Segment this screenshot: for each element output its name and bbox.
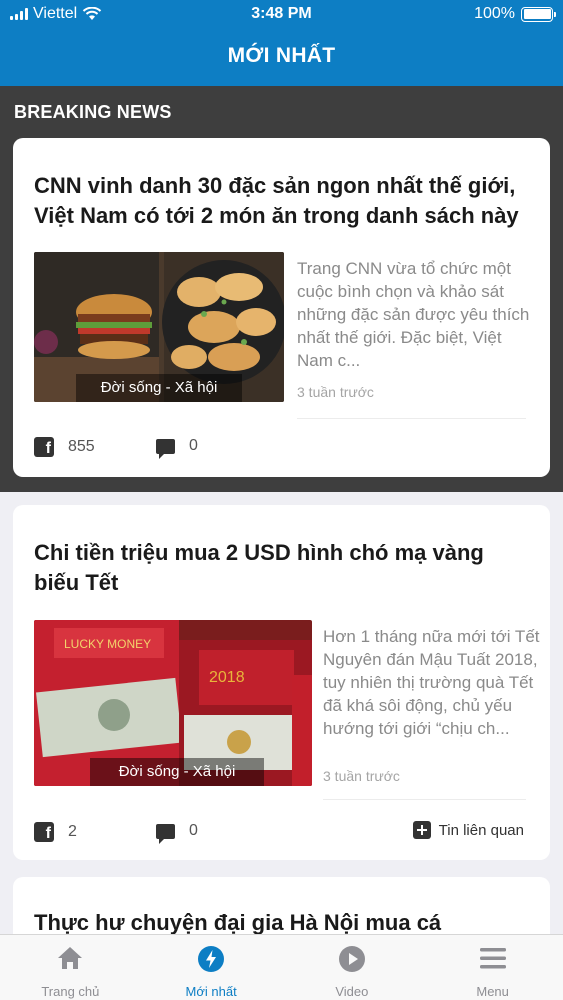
- article-title[interactable]: Chi tiền triệu mua 2 USD hình chó mạ vàn…: [34, 538, 534, 598]
- article-summary: Hơn 1 tháng nữa mới tới Tết Nguyên đán M…: [323, 627, 540, 738]
- lightning-icon: [198, 946, 225, 972]
- divider: [297, 418, 526, 419]
- tab-home[interactable]: Trang chủ: [0, 935, 141, 1000]
- comment-count[interactable]: 0: [156, 822, 198, 844]
- facebook-icon: f: [34, 437, 54, 457]
- tab-bar: Trang chủ Mới nhất Video Menu: [0, 934, 563, 1000]
- divider: [323, 799, 526, 800]
- article-card[interactable]: CNN vinh danh 30 đặc sản ngon nhất thế g…: [13, 138, 550, 477]
- section-heading: BREAKING NEWS: [14, 102, 172, 122]
- nav-bar: MỚI NHẤT: [0, 30, 563, 86]
- share-count: 855: [68, 438, 95, 455]
- comment-icon: [156, 438, 175, 459]
- comment-count[interactable]: 0: [156, 437, 198, 459]
- home-icon: [58, 947, 83, 969]
- facebook-share-count[interactable]: f 2: [34, 822, 77, 842]
- svg-text:LUCKY MONEY: LUCKY MONEY: [64, 637, 151, 651]
- time-ago: 3 tuần trước: [297, 384, 374, 400]
- status-bar: Viettel 3:48 PM 100%: [0, 0, 563, 30]
- page-title: MỚI NHẤT: [227, 44, 336, 67]
- tab-latest[interactable]: Mới nhất: [141, 935, 282, 1000]
- tab-label: Video: [335, 984, 369, 999]
- article-summary: Trang CNN vừa tổ chức một cuộc bình chọn…: [297, 259, 530, 370]
- article-thumbnail[interactable]: LUCKY MONEY 2018 Đời sống - Xã hội: [34, 620, 312, 786]
- share-count: 2: [68, 823, 77, 840]
- time-ago: 3 tuần trước: [323, 768, 400, 784]
- article-title[interactable]: CNN vinh danh 30 đặc sản ngon nhất thế g…: [34, 171, 534, 231]
- play-icon: [338, 946, 365, 972]
- tab-label: Trang chủ: [41, 984, 100, 999]
- facebook-icon: f: [34, 822, 54, 842]
- tab-label: Mới nhất: [185, 984, 237, 999]
- related-label: Tin liên quan: [438, 821, 524, 839]
- plus-icon: [412, 821, 431, 839]
- article-card[interactable]: Chi tiền triệu mua 2 USD hình chó mạ vàn…: [13, 505, 550, 860]
- tab-menu[interactable]: Menu: [422, 935, 563, 1000]
- facebook-share-count[interactable]: f 855: [34, 437, 95, 457]
- article-thumbnail[interactable]: Đời sống - Xã hội: [34, 252, 284, 402]
- comment-icon: [156, 823, 175, 844]
- tab-video[interactable]: Video: [282, 935, 423, 1000]
- related-news-button[interactable]: Tin liên quan: [412, 821, 524, 839]
- menu-icon: [479, 948, 506, 969]
- battery-icon: [521, 6, 556, 22]
- battery-percent: 100%: [474, 5, 515, 22]
- tab-label: Menu: [476, 984, 509, 999]
- comment-number: 0: [189, 437, 198, 454]
- comment-number: 0: [189, 822, 198, 839]
- category-label: Đời sống - Xã hội: [76, 374, 242, 402]
- svg-text:2018: 2018: [209, 669, 245, 686]
- category-label: Đời sống - Xã hội: [90, 758, 264, 786]
